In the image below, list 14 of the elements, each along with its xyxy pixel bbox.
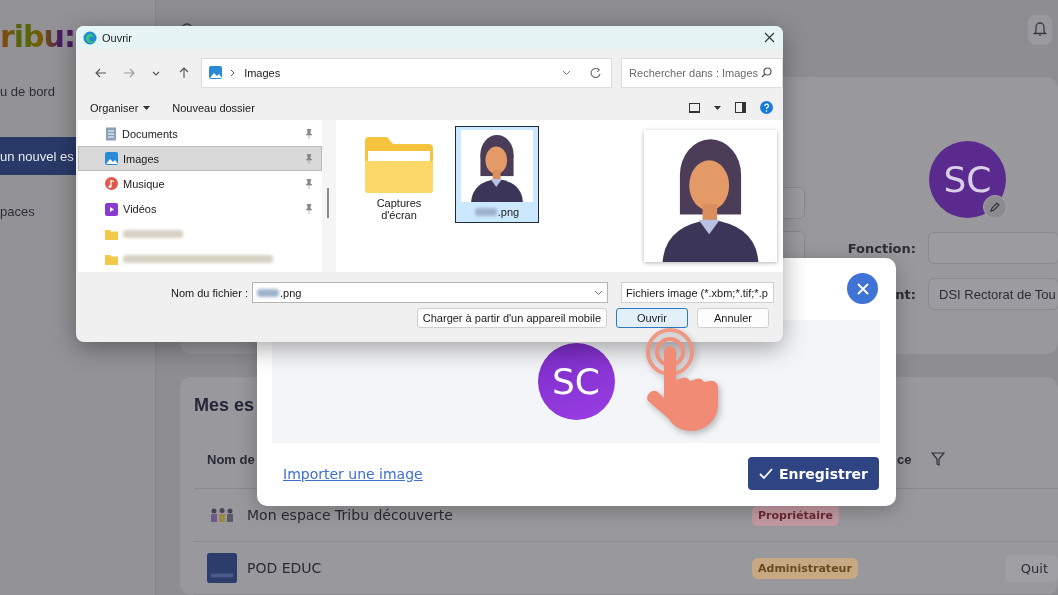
column-header: Nom de — [207, 451, 255, 467]
role-tag: Administrateur — [752, 557, 858, 579]
window-title: Ouvrir — [102, 31, 132, 44]
file-name: Captures d'écran — [375, 197, 423, 221]
file-name: .png — [497, 206, 520, 218]
column-header: ce — [897, 451, 912, 467]
avatar: SC — [929, 141, 1006, 219]
placeholder: Rechercher dans : Images — [629, 66, 759, 79]
avatar: SC — [537, 343, 615, 420]
section-title: Mes es — [194, 395, 256, 416]
field-label: Nom du fichier : — [170, 286, 248, 299]
role-tag: Propriétaire — [752, 504, 839, 526]
field-label: Fonction: — [847, 240, 916, 256]
field-label: nt: — [895, 286, 916, 302]
